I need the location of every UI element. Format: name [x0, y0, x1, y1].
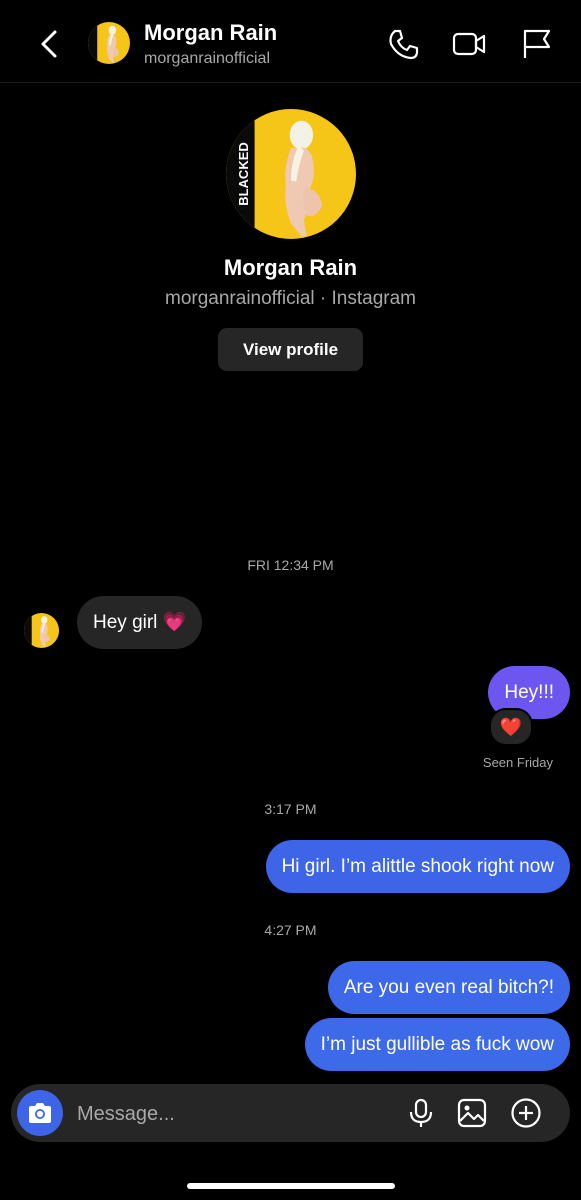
heart-reaction-icon: ❤️ [499, 716, 523, 737]
message-composer [11, 1084, 570, 1142]
report-button[interactable] [520, 27, 554, 61]
timestamp: FRI 12:34 PM [247, 557, 334, 573]
view-profile-button[interactable]: View profile [218, 328, 363, 371]
seen-status: Seen Friday [482, 755, 553, 770]
video-call-button[interactable] [452, 27, 486, 61]
message-input[interactable] [75, 1098, 389, 1130]
reaction-badge[interactable]: ❤️ [489, 708, 533, 746]
gallery-button[interactable] [456, 1097, 488, 1129]
header-name[interactable]: Morgan Rain [144, 20, 277, 46]
camera-icon [29, 1103, 51, 1123]
avatar-brand-text: BLACKED [236, 142, 251, 206]
plus-circle-icon [511, 1098, 541, 1128]
profile-name: Morgan Rain [223, 255, 358, 280]
header-username[interactable]: morganrainofficial [144, 50, 270, 68]
video-camera-icon [452, 32, 486, 56]
home-indicator[interactable] [187, 1183, 395, 1189]
message-bubble-outgoing[interactable]: Are you even real bitch?! [327, 961, 570, 1014]
profile-subtitle: morganrainofficial · Instagram [165, 288, 416, 309]
voice-message-button[interactable] [405, 1097, 437, 1129]
gallery-icon [457, 1098, 487, 1128]
timestamp: 3:17 PM [264, 801, 317, 817]
timestamp: 4:27 PM [264, 922, 317, 938]
chat-header: Morgan Rain morganrainofficial [0, 0, 581, 83]
call-button[interactable] [386, 27, 420, 61]
microphone-icon [409, 1098, 433, 1127]
chevron-left-icon [41, 30, 57, 58]
flag-icon [523, 29, 551, 58]
message-bubble-incoming[interactable]: Hey girl 💗 [77, 596, 203, 649]
phone-icon [389, 29, 419, 60]
sender-avatar[interactable] [24, 613, 59, 648]
camera-button[interactable] [17, 1090, 63, 1136]
message-bubble-outgoing[interactable]: Hi girl. I’m alittle shook right now [265, 840, 570, 893]
header-avatar[interactable] [88, 22, 130, 64]
profile-avatar[interactable]: BLACKED [226, 109, 356, 239]
more-options-button[interactable] [510, 1097, 542, 1129]
back-button[interactable] [34, 24, 64, 64]
message-bubble-outgoing[interactable]: I’m just gullible as fuck wow [304, 1018, 570, 1071]
